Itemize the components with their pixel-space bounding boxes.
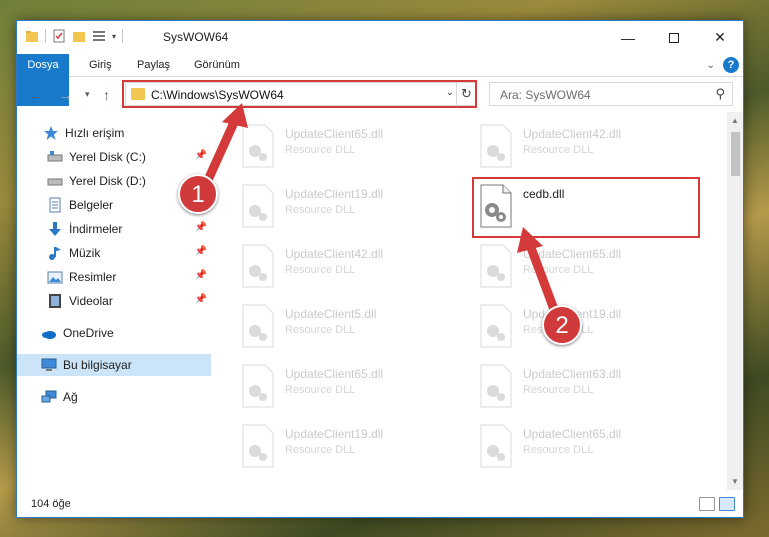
step-badge-2: 2 (542, 305, 582, 345)
arrow-step-1 (203, 103, 248, 185)
annotation-arrows (203, 103, 560, 317)
arrow-step-2 (517, 227, 560, 317)
step-badge-1: 1 (178, 174, 218, 214)
